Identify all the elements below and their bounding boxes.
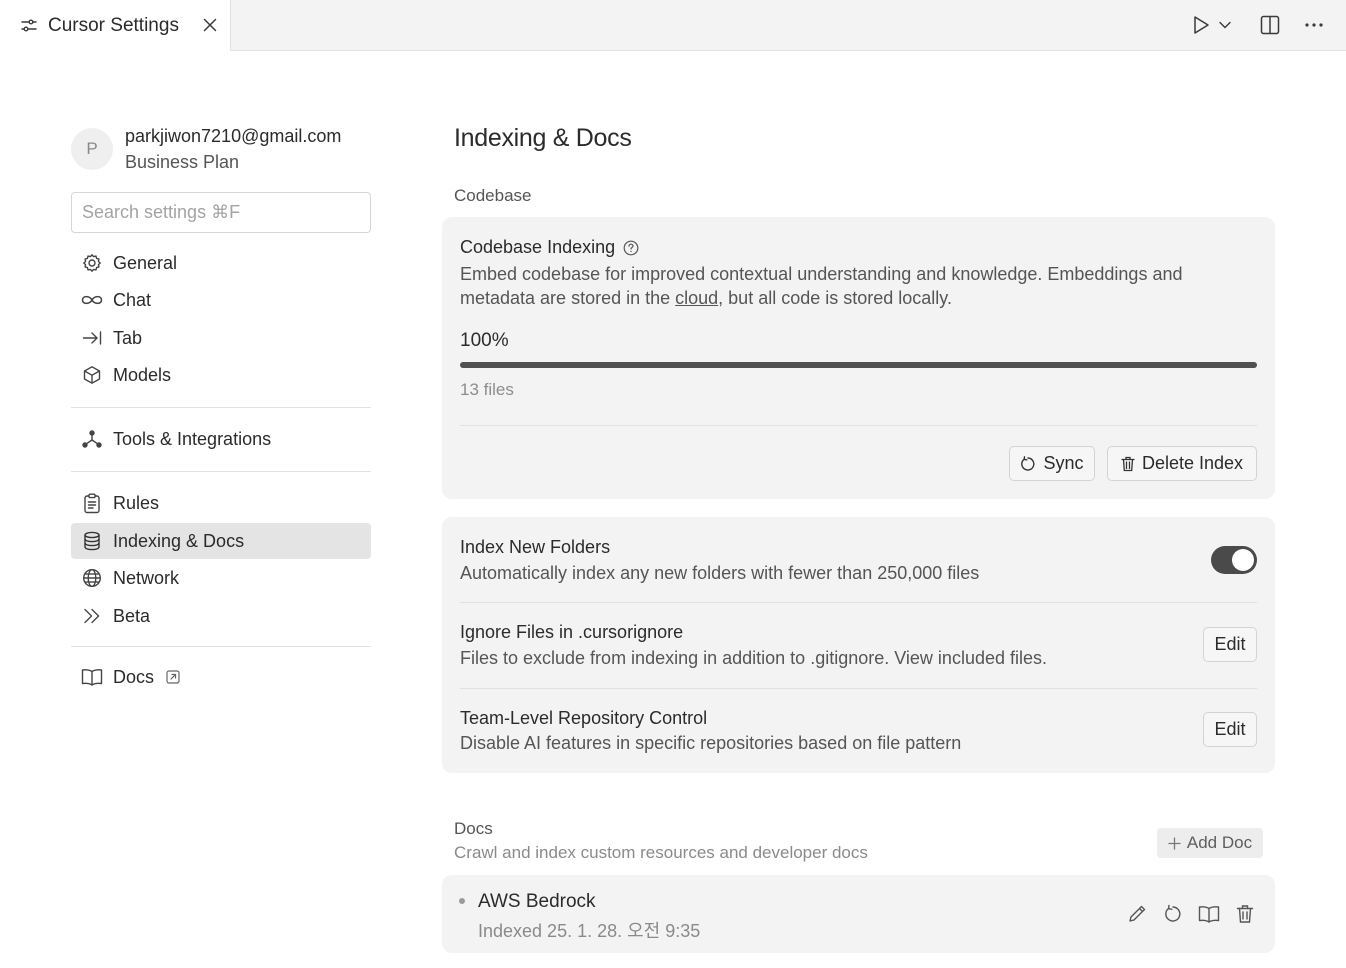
- doc-name: AWS Bedrock: [478, 891, 596, 912]
- toggle-knob: [1232, 549, 1254, 571]
- codebase-indexing-card: Codebase Indexing Embed codebase for imp…: [442, 217, 1275, 499]
- refresh-icon: [1020, 455, 1036, 472]
- sidebar-item-label: Rules: [113, 492, 160, 513]
- sidebar-item-label: Network: [113, 567, 180, 588]
- sidebar-item-network[interactable]: Network: [71, 560, 371, 596]
- chevron-down-icon[interactable]: [1218, 12, 1232, 38]
- doc-indexed-date: Indexed 25. 1. 28. 오전 9:35: [478, 921, 701, 941]
- avatar: P: [71, 128, 113, 170]
- sidebar-divider: [71, 646, 371, 647]
- profile-email: parkjiwon7210@gmail.com: [125, 126, 342, 146]
- indexing-progress-text: 100%: [460, 330, 509, 351]
- sidebar-item-docs[interactable]: Docs: [71, 659, 371, 695]
- edit-cursorignore-button[interactable]: Edit: [1203, 627, 1257, 662]
- delete-index-button[interactable]: Delete Index: [1107, 446, 1257, 481]
- sidebar-item-beta[interactable]: Beta: [71, 598, 371, 634]
- network-nodes-icon: [81, 428, 103, 450]
- docs-section-label: Docs: [454, 819, 493, 838]
- setting-title: Ignore Files in .cursorignore: [460, 622, 684, 642]
- card-divider: [460, 602, 1257, 603]
- doc-actions: [1125, 902, 1257, 926]
- tab-title: Cursor Settings: [48, 14, 179, 36]
- split-layout-icon[interactable]: [1256, 12, 1284, 38]
- sidebar-item-label: Tab: [113, 327, 143, 348]
- index-new-folders-toggle[interactable]: [1211, 546, 1257, 574]
- trash-icon: [1121, 456, 1135, 472]
- sidebar-item-label: Tools & Integrations: [113, 428, 272, 449]
- refresh-icon[interactable]: [1161, 902, 1185, 926]
- sync-label: Sync: [1043, 453, 1084, 473]
- indexing-progress-bar: [460, 362, 1257, 368]
- sidebar-item-label: Chat: [113, 289, 152, 310]
- gear-icon: [81, 252, 103, 274]
- sidebar-item-indexing-docs[interactable]: Indexing & Docs: [71, 523, 371, 559]
- indexing-settings-card: Index New Folders Automatically index an…: [442, 517, 1275, 773]
- plus-icon: [1168, 836, 1181, 850]
- database-icon: [81, 530, 103, 552]
- play-icon[interactable]: [1190, 12, 1212, 38]
- sidebar-item-tab[interactable]: Tab: [71, 320, 371, 356]
- help-circle-icon[interactable]: [623, 240, 639, 256]
- ellipsis-icon[interactable]: [1300, 12, 1328, 38]
- book-icon: [81, 666, 103, 688]
- cube-icon: [81, 364, 103, 386]
- sidebar-item-tools-integrations[interactable]: Tools & Integrations: [71, 421, 371, 457]
- sidebar-item-rules[interactable]: Rules: [71, 485, 371, 521]
- globe-icon: [81, 567, 103, 589]
- pencil-icon[interactable]: [1125, 902, 1149, 926]
- codebase-section-label: Codebase: [454, 186, 532, 205]
- search-input[interactable]: [71, 192, 371, 233]
- setting-description: Disable AI features in specific reposito…: [460, 733, 962, 753]
- sidebar-item-general[interactable]: General: [71, 245, 371, 281]
- indexing-progress-fill: [460, 362, 1257, 368]
- indexed-files-count: 13 files: [460, 380, 514, 399]
- sidebar-item-label: Beta: [113, 605, 151, 626]
- sidebar-item-models[interactable]: Models: [71, 357, 371, 393]
- page-title: Indexing & Docs: [454, 124, 632, 152]
- sidebar-item-chat[interactable]: Chat: [71, 282, 371, 318]
- card-divider: [460, 688, 1257, 689]
- setting-description: Files to exclude from indexing in additi…: [460, 648, 1047, 668]
- tab-arrow-icon: [81, 327, 103, 349]
- doc-item: AWS Bedrock Indexed 25. 1. 28. 오전 9:35: [442, 875, 1275, 953]
- sliders-icon: [20, 17, 38, 35]
- trash-icon[interactable]: [1233, 902, 1257, 926]
- status-dot: [459, 898, 465, 904]
- setting-title: Team-Level Repository Control: [460, 708, 708, 728]
- docs-section-description: Crawl and index custom resources and dev…: [454, 843, 868, 862]
- setting-description: Automatically index any new folders with…: [460, 563, 980, 583]
- sidebar-item-label: General: [113, 252, 178, 273]
- external-link-icon: [166, 670, 180, 684]
- add-doc-label: Add Doc: [1186, 833, 1253, 852]
- infinity-icon: [81, 289, 103, 311]
- editor-actions: [1190, 12, 1328, 38]
- cloud-link[interactable]: cloud: [675, 288, 718, 308]
- clipboard-icon: [81, 492, 103, 514]
- codebase-description-tail: , but all code is stored locally.: [718, 288, 952, 308]
- codebase-indexing-title: Codebase Indexing: [460, 237, 639, 258]
- editor-tab-bar: Cursor Settings: [0, 0, 1346, 51]
- tab-cursor-settings[interactable]: Cursor Settings: [0, 0, 231, 51]
- add-doc-button[interactable]: Add Doc: [1157, 828, 1263, 858]
- setting-title: Index New Folders: [460, 537, 611, 557]
- profile-plan: Business Plan: [125, 152, 240, 172]
- edit-repository-control-button[interactable]: Edit: [1203, 712, 1257, 747]
- codebase-indexing-title-text: Codebase Indexing: [460, 237, 616, 257]
- card-divider: [460, 425, 1257, 426]
- double-chevron-right-icon: [81, 605, 103, 627]
- sidebar-divider: [71, 471, 371, 472]
- sidebar-divider: [71, 407, 371, 408]
- user-profile: P parkjiwon7210@gmail.com Business Plan: [71, 126, 371, 178]
- sidebar-item-label: Models: [113, 364, 172, 385]
- sync-button[interactable]: Sync: [1009, 446, 1095, 481]
- sidebar-item-label: Docs: [113, 666, 155, 687]
- close-icon[interactable]: [199, 14, 221, 36]
- codebase-indexing-description: Embed codebase for improved contextual u…: [460, 262, 1250, 310]
- delete-index-label: Delete Index: [1141, 453, 1244, 473]
- sidebar-item-label: Indexing & Docs: [113, 530, 245, 551]
- book-icon[interactable]: [1197, 902, 1221, 926]
